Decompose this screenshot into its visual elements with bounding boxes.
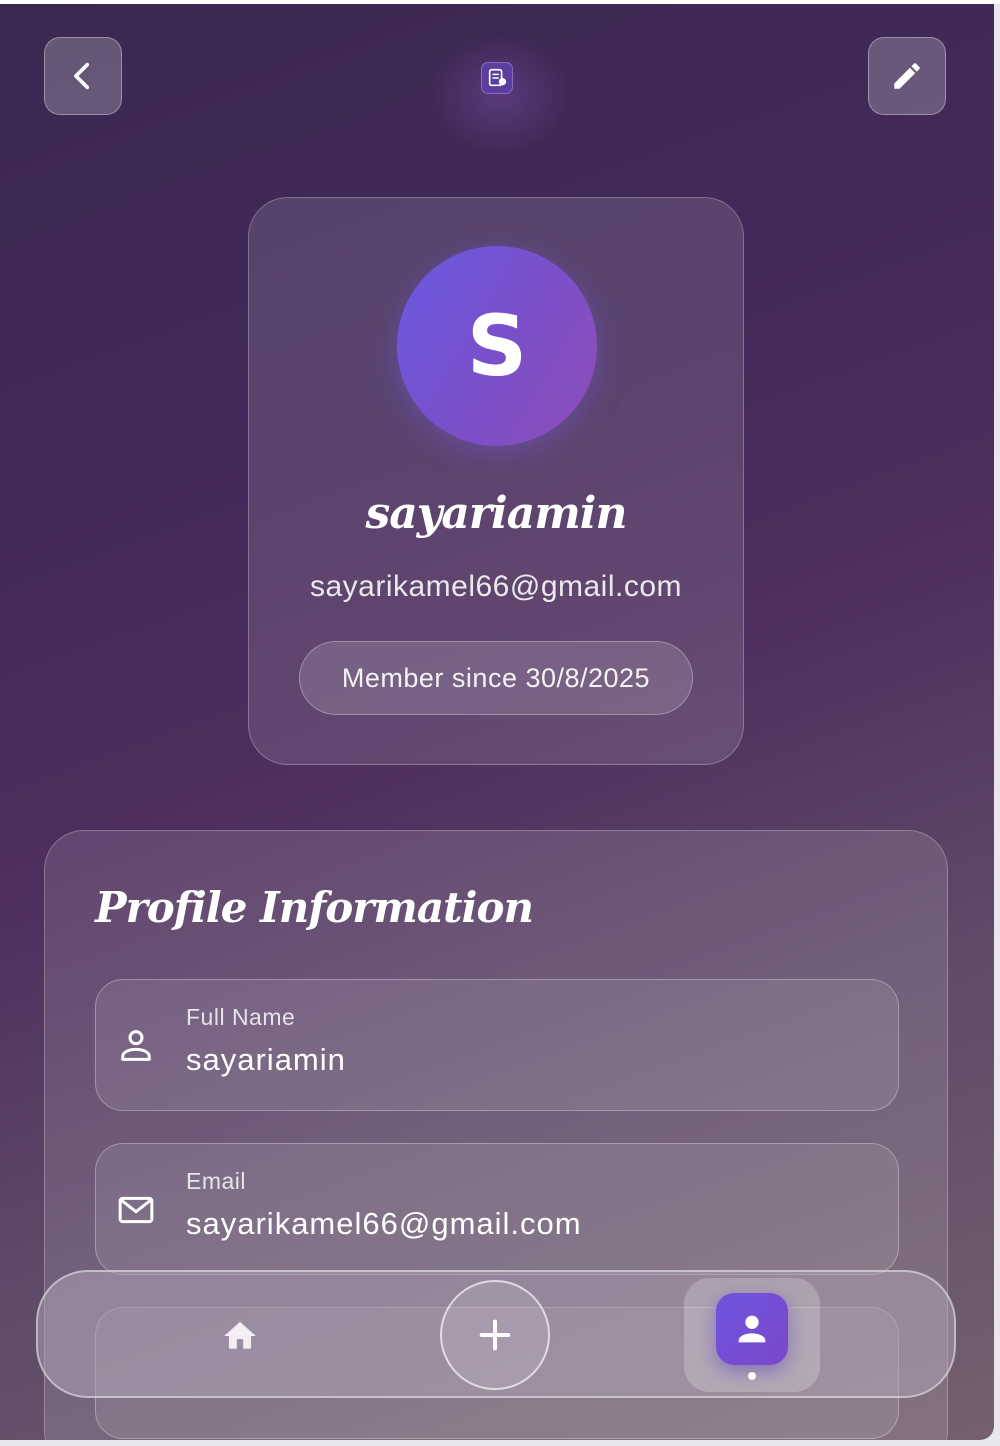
email-value: sayarikamel66@gmail.com — [186, 1206, 582, 1241]
profile-screen: S sayariamin sayarikamel66@gmail.com Mem… — [0, 4, 994, 1440]
nav-home-button[interactable] — [216, 1314, 264, 1358]
bottom-navigation — [36, 1270, 956, 1398]
email-label: Email — [186, 1168, 247, 1194]
email-field[interactable]: Email sayarikamel66@gmail.com — [95, 1143, 899, 1275]
section-title: Profile Information — [95, 883, 534, 932]
plus-icon — [479, 1319, 511, 1351]
chevron-left-icon — [74, 62, 90, 90]
profile-email: sayarikamel66@gmail.com — [309, 570, 683, 603]
full-name-field[interactable]: Full Name sayariamin — [95, 979, 899, 1111]
full-name-label: Full Name — [186, 1004, 296, 1030]
nav-add-button[interactable] — [440, 1280, 550, 1390]
nav-profile-icon-tile — [716, 1293, 788, 1365]
active-indicator-dot — [748, 1372, 756, 1380]
nav-profile-button[interactable] — [684, 1278, 820, 1392]
profile-summary-card: S sayariamin sayarikamel66@gmail.com Mem… — [248, 197, 744, 765]
home-icon — [224, 1321, 256, 1349]
edit-button[interactable] — [868, 37, 946, 115]
app-logo-icon — [481, 62, 513, 94]
avatar: S — [397, 246, 597, 446]
logo-glow — [430, 34, 570, 154]
member-since-badge: Member since 30/8/2025 — [299, 641, 693, 715]
mail-icon — [118, 1196, 154, 1224]
full-name-value: sayariamin — [186, 1042, 346, 1077]
member-since-text: Member since 30/8/2025 — [341, 662, 651, 693]
profile-username: sayariamin — [365, 488, 627, 539]
person-icon — [738, 1315, 766, 1343]
pencil-icon — [894, 63, 920, 89]
back-button[interactable] — [44, 37, 122, 115]
person-icon — [121, 1030, 151, 1061]
